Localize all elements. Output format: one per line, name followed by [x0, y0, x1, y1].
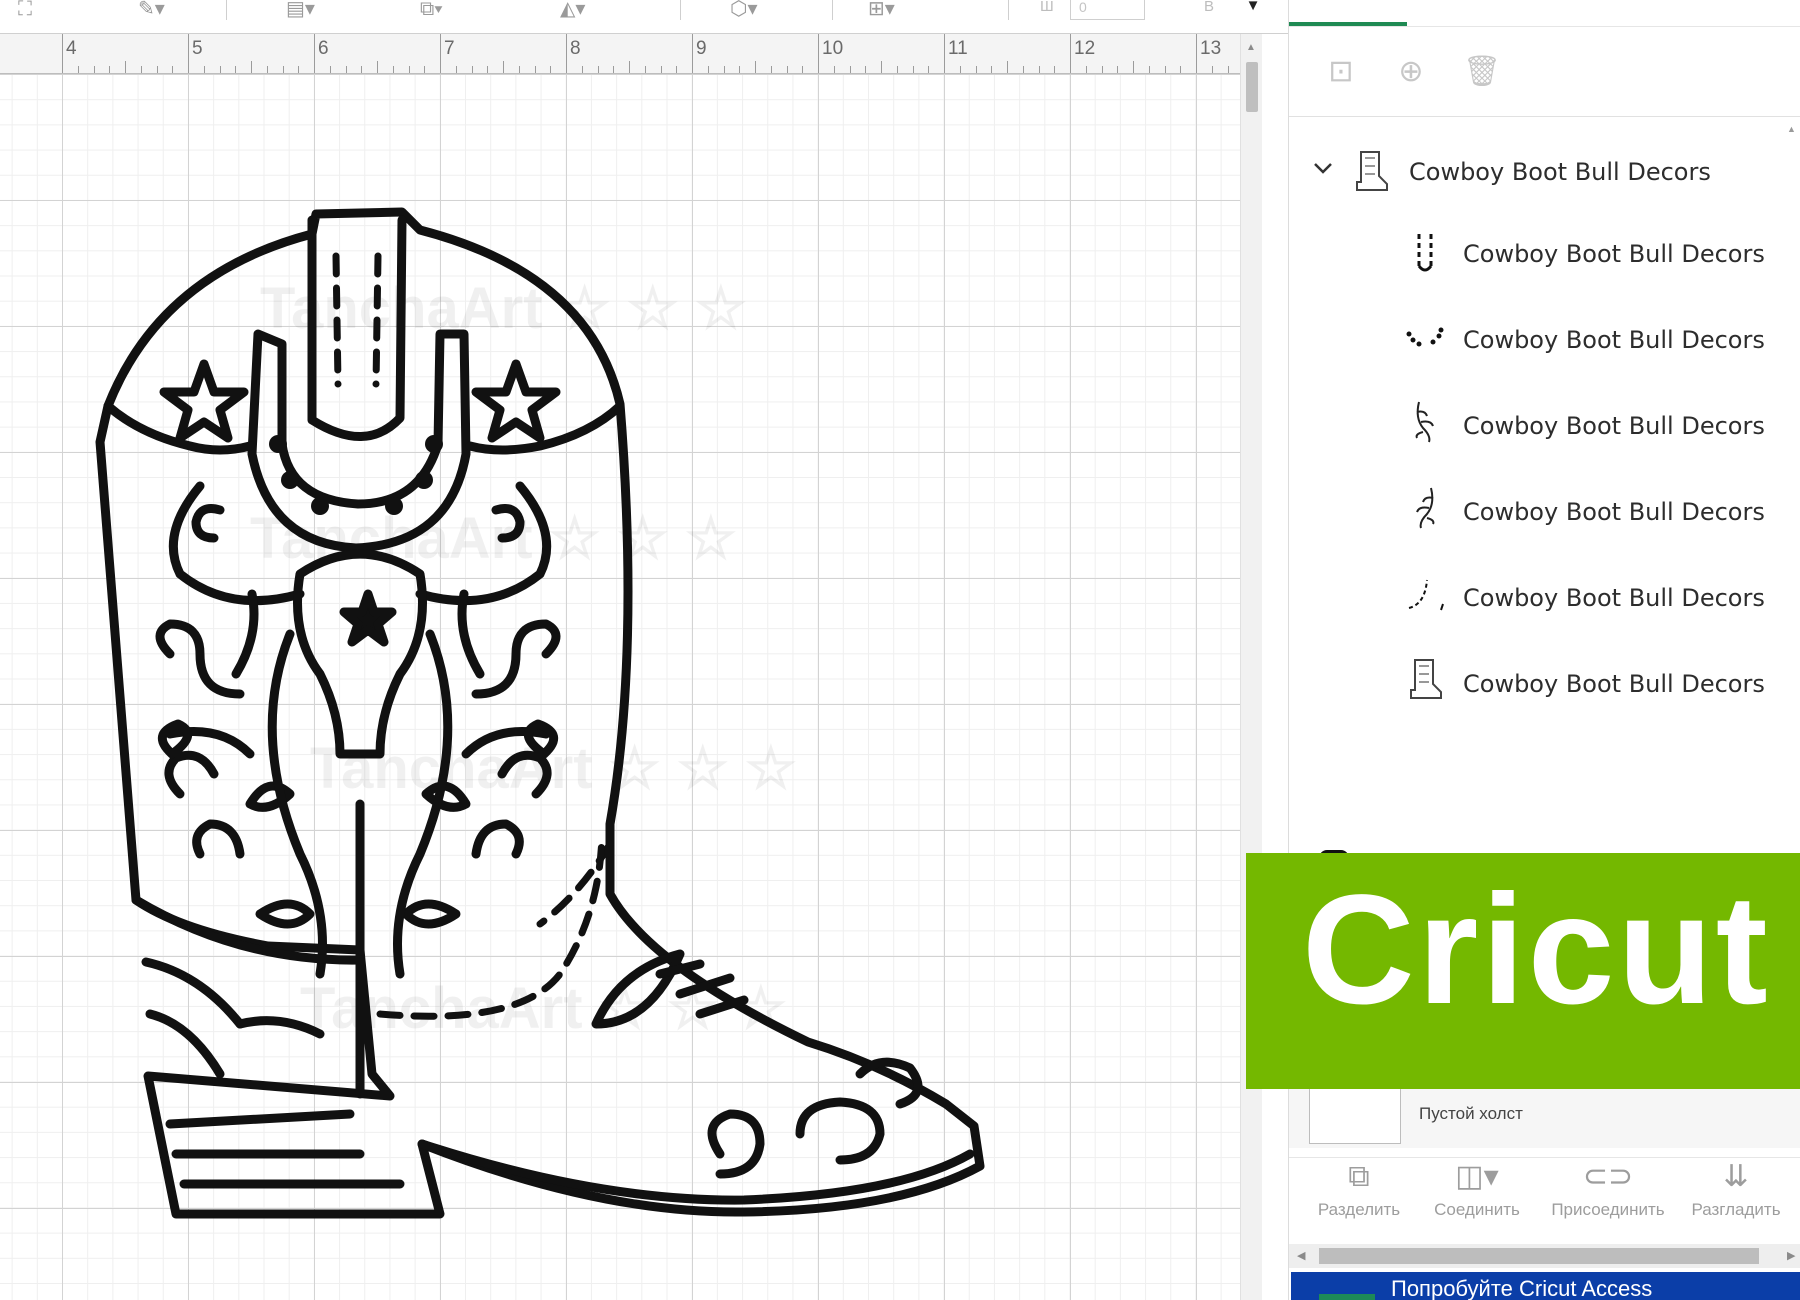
panel-vertical-scrollbar[interactable]: ▲: [1781, 118, 1800, 853]
flatten-label: Разгладить: [1691, 1200, 1781, 1219]
combine-button[interactable]: ◫▾ Соединить: [1417, 1158, 1537, 1220]
height-field[interactable]: [1228, 0, 1236, 20]
layers-panel: ⊡ ⊕ 🗑 Cowboy Boot Bull Decors Cowboy Boo…: [1288, 0, 1800, 1300]
layer-label: Cowboy Boot Bull Decors: [1463, 412, 1765, 440]
more-caret-icon[interactable]: ▼: [1240, 0, 1266, 22]
height-label: В: [1204, 0, 1215, 15]
toolbar-divider: [1008, 0, 1009, 20]
layers-list: Cowboy Boot Bull Decors Cowboy Boot Bull…: [1289, 118, 1781, 853]
width-label: Ш: [1040, 0, 1054, 15]
blank-canvas-swatch[interactable]: [1309, 1088, 1401, 1144]
duplicate-icon[interactable]: ⊕: [1393, 55, 1429, 91]
offset-icon[interactable]: ⬡▾: [730, 0, 758, 22]
banner-text: Попробуйте Cricut Access: [1391, 1276, 1653, 1300]
attach-button[interactable]: ⊂⊃ Присоединить: [1543, 1158, 1673, 1220]
layer-row[interactable]: Cowboy Boot Bull Decors: [1289, 300, 1781, 380]
scroll-up-arrow-icon[interactable]: ▲: [1787, 124, 1796, 134]
layer-label: Cowboy Boot Bull Decors: [1463, 498, 1765, 526]
toolbar-divider: [680, 0, 681, 20]
bottom-tools-bar: ⧉ Разделить ◫▾ Соединить ⊂⊃ Присоединить…: [1289, 1157, 1800, 1237]
chevron-down-icon[interactable]: [1311, 156, 1335, 180]
attach-label: Присоединить: [1551, 1200, 1665, 1219]
banner-accent: [1319, 1294, 1375, 1300]
group-icon[interactable]: ⊡: [1323, 55, 1359, 91]
cowboy-boot-design[interactable]: [0, 34, 1240, 1300]
layer-actions-bar: ⊡ ⊕ 🗑: [1289, 27, 1800, 117]
top-toolbar: ⛶ ✎▾ ▤▾ ⧉▾ ◭▾ ⬡▾ ⊞▾ Ш 0 В ▼: [0, 0, 1290, 34]
warp-icon[interactable]: ⊞▾: [868, 0, 895, 22]
scroll-up-arrow-icon[interactable]: ▲: [1246, 42, 1256, 53]
width-field[interactable]: 0: [1070, 0, 1145, 20]
cricut-logo: Cricut: [1246, 853, 1800, 1089]
align-icon[interactable]: ▤▾: [286, 0, 315, 22]
blank-canvas-row[interactable]: Пустой холст: [1289, 1088, 1800, 1148]
scroll-left-arrow-icon[interactable]: ◀: [1297, 1249, 1305, 1262]
vine-left-thumb-icon: [1415, 401, 1434, 443]
cowboy-boot-thumb-icon: [1356, 151, 1388, 191]
vine-right-thumb-icon: [1416, 487, 1435, 529]
layer-row[interactable]: Cowboy Boot Bull Decors: [1289, 214, 1781, 294]
toolbar-divider: [832, 0, 833, 20]
edit-pen-icon[interactable]: ✎▾: [138, 0, 165, 22]
flip-icon[interactable]: ◭▾: [560, 0, 585, 22]
layer-row[interactable]: Cowboy Boot Bull Decors: [1289, 644, 1781, 724]
stitch-lines-thumb-icon: [1417, 234, 1433, 272]
layer-label: Cowboy Boot Bull Decors: [1463, 670, 1765, 698]
canvas-vertical-scrollbar[interactable]: ▲: [1240, 34, 1262, 1300]
attach-icon: ⊂⊃: [1582, 1160, 1634, 1193]
design-canvas[interactable]: 4 5 6 7 8 9 10 11 12 13 TanchaArt ☆ ☆ ☆ TanchaArt…: [0, 34, 1262, 1300]
layer-label: Cowboy Boot Bull Decors: [1463, 584, 1765, 612]
slice-label: Разделить: [1317, 1200, 1401, 1219]
slice-button[interactable]: ⧉ Разделить: [1309, 1158, 1409, 1220]
delete-icon[interactable]: 🗑: [1463, 55, 1501, 91]
dashed-curve-thumb-icon: [1408, 579, 1444, 611]
select-icon[interactable]: ⛶: [18, 0, 32, 22]
cricut-access-banner[interactable]: Попробуйте Cricut Access: [1291, 1272, 1800, 1300]
layer-row[interactable]: Cowboy Boot Bull Decors: [1289, 558, 1781, 638]
flatten-button[interactable]: ⇊ Разгладить: [1681, 1158, 1791, 1220]
dots-thumb-icon: [1406, 327, 1444, 347]
blank-canvas-label: Пустой холст: [1419, 1104, 1523, 1123]
scrollbar-thumb[interactable]: [1319, 1248, 1759, 1264]
panel-horizontal-scrollbar[interactable]: ◀ ▶: [1289, 1244, 1800, 1268]
layer-label: Cowboy Boot Bull Decors: [1463, 240, 1765, 268]
scroll-right-arrow-icon[interactable]: ▶: [1787, 1249, 1795, 1262]
layer-label: Cowboy Boot Bull Decors: [1463, 326, 1765, 354]
slice-icon: ⧉: [1348, 1160, 1370, 1193]
scrollbar-thumb[interactable]: [1246, 62, 1258, 112]
layer-label: Cowboy Boot Bull Decors: [1409, 158, 1711, 186]
layer-row[interactable]: Cowboy Boot Bull Decors: [1289, 472, 1781, 552]
combine-label: Соединить: [1434, 1200, 1520, 1219]
cowboy-boot-thumb-icon: [1410, 659, 1442, 699]
cricut-logo-text: Cricut: [1302, 863, 1771, 1037]
toolbar-divider: [226, 0, 227, 20]
layer-row[interactable]: Cowboy Boot Bull Decors: [1289, 386, 1781, 466]
arrange-icon[interactable]: ⧉▾: [420, 0, 443, 22]
combine-icon: ◫▾: [1455, 1160, 1499, 1193]
flatten-icon: ⇊: [1723, 1160, 1749, 1193]
layer-group[interactable]: Cowboy Boot Bull Decors: [1289, 140, 1781, 204]
